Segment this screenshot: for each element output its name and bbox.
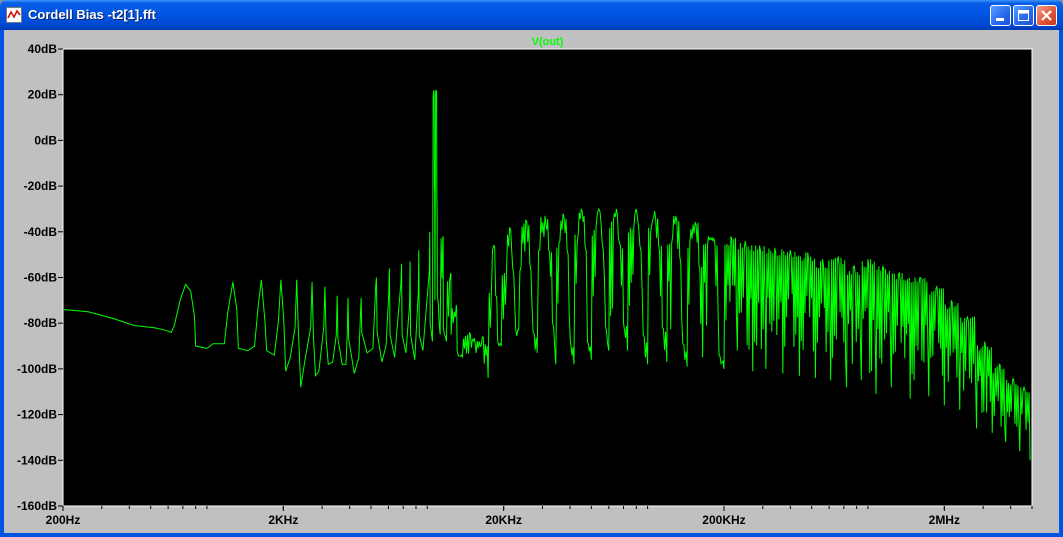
y-tick-label: 20dB xyxy=(28,88,58,102)
title-bar[interactable]: Cordell Bias -t2[1].fft xyxy=(0,0,1063,30)
close-button[interactable] xyxy=(1036,5,1057,26)
minimize-icon xyxy=(996,18,1004,21)
y-tick-label: -160dB xyxy=(17,499,57,513)
y-axis: 40dB 20dB 0dB -20dB -40dB -60dB -80dB -100dB -12… xyxy=(17,42,63,513)
y-tick-label: -40dB xyxy=(24,225,58,239)
x-tick-label: 2MHz xyxy=(929,513,960,527)
x-axis: 200Hz 2KHz 20KHz 200KHz 2MHz xyxy=(46,506,1033,527)
fft-plot[interactable]: V(out) 40dB 20dB 0dB -20dB -40dB -60dB -80dB -1… xyxy=(4,30,1059,533)
window-title: Cordell Bias -t2[1].fft xyxy=(28,7,156,22)
waveform-app-icon xyxy=(6,7,22,23)
x-tick-label: 20KHz xyxy=(485,513,522,527)
y-tick-label: -140dB xyxy=(17,453,57,467)
trace-label-v-out[interactable]: V(out) xyxy=(532,36,564,48)
x-tick-label: 2KHz xyxy=(268,513,298,527)
x-tick-label: 200KHz xyxy=(702,513,745,527)
x-tick-label: 200Hz xyxy=(46,513,81,527)
y-tick-label: -120dB xyxy=(17,408,57,422)
y-tick-label: -100dB xyxy=(17,362,57,376)
maximize-icon xyxy=(1018,10,1029,21)
y-tick-label: -20dB xyxy=(24,179,58,193)
y-tick-label: 0dB xyxy=(34,133,57,147)
y-tick-label: -60dB xyxy=(24,271,58,285)
maximize-button[interactable] xyxy=(1013,5,1034,26)
y-tick-label: -80dB xyxy=(24,316,58,330)
minimize-button[interactable] xyxy=(990,5,1011,26)
close-icon xyxy=(1041,10,1052,21)
plot-area[interactable] xyxy=(62,48,1033,507)
plot-pane[interactable]: V(out) 40dB 20dB 0dB -20dB -40dB -60dB -80dB -1… xyxy=(4,30,1059,533)
y-tick-label: 40dB xyxy=(28,42,58,56)
